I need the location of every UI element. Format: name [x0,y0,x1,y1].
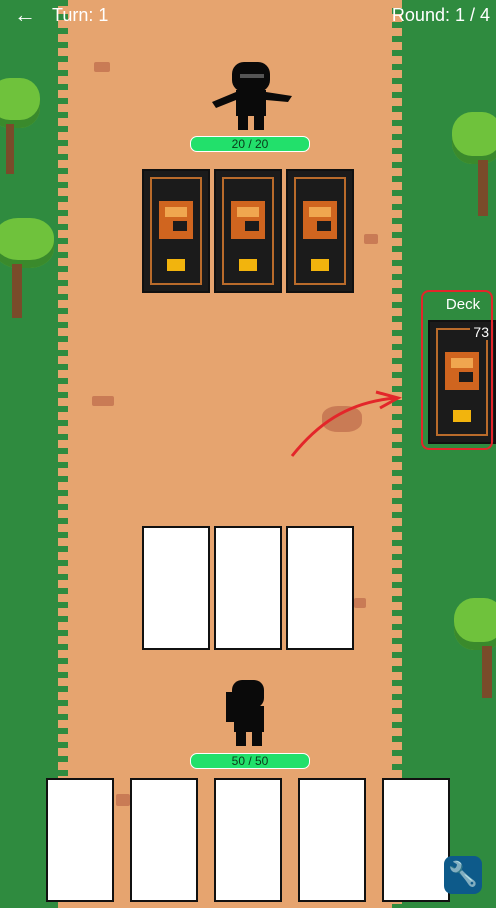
dirt-speck [116,794,130,806]
hand-slot[interactable] [298,778,366,902]
dirt-speck [94,62,110,72]
wrench-icon: 🔧 [448,861,478,888]
field-slot[interactable] [142,526,210,650]
hand-slot[interactable] [214,778,282,902]
annotation-arrow [290,390,402,457]
enemy-card [142,169,210,293]
enemy-card [214,169,282,293]
hand-slot[interactable] [46,778,114,902]
enemy-hp-bar: 20 / 20 [190,136,310,152]
hand-slot[interactable] [382,778,450,902]
player-hp-bar: 50 / 50 [190,753,310,769]
tree [448,112,496,216]
hand-slot[interactable] [130,778,198,902]
path-edge-left [58,0,68,908]
dirt-speck [354,598,366,608]
player-silhouette [226,680,264,746]
enemy-card [286,169,354,293]
field-slot[interactable] [214,526,282,650]
tree [0,218,60,318]
enemy-silhouette [212,62,292,130]
deck-highlight-outline [421,290,493,450]
dirt-speck [364,234,378,244]
dirt-speck [92,396,114,406]
enemy-hp-text: 20 / 20 [231,137,269,151]
tree [452,598,496,698]
round-counter: Round: 1 / 4 [391,5,490,25]
settings-tool-button[interactable]: 🔧 [444,856,482,894]
turn-counter: Turn: 1 [52,5,109,25]
arrow-left-icon[interactable]: ← [14,4,38,26]
top-bar: ← Turn: 1 Round: 1 / 4 [0,0,496,30]
tree [0,78,50,178]
field-slot[interactable] [286,526,354,650]
player-hp-text: 50 / 50 [231,754,269,768]
